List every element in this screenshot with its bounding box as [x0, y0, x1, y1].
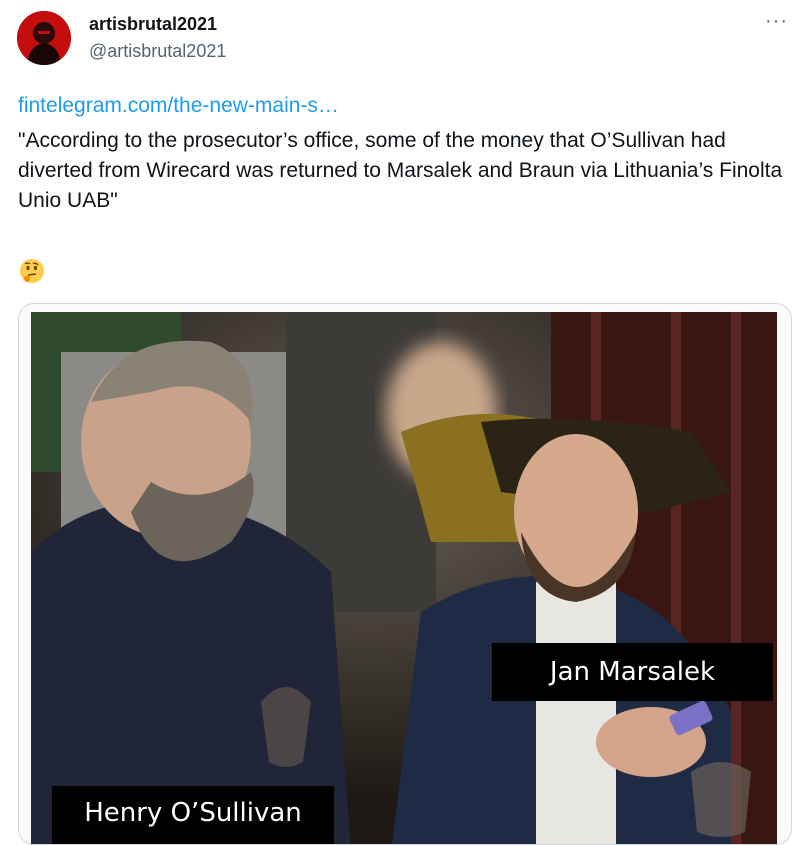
author-name[interactable]: artisbrutal2021	[89, 14, 217, 35]
caption-jan-marsalek: Jan Marsalek	[492, 643, 773, 701]
tweet[interactable]: artisbrutal2021 @artisbrutal2021 ··· fin…	[0, 0, 803, 845]
article-link[interactable]: fintelegram.com/the-new-main-s…	[18, 94, 339, 118]
photo[interactable]: Jan Marsalek Henry O’Sullivan	[31, 312, 777, 844]
media-card[interactable]: Jan Marsalek Henry O’Sullivan	[18, 303, 792, 845]
more-options-icon[interactable]: ···	[765, 10, 788, 33]
author-avatar[interactable]	[17, 11, 71, 65]
author-handle[interactable]: @artisbrutal2021	[89, 41, 226, 62]
thinking-face-emoji	[18, 257, 46, 285]
caption-henry-osullivan: Henry O’Sullivan	[52, 786, 334, 844]
tweet-text: "According to the prosecutor’s office, s…	[18, 129, 783, 212]
